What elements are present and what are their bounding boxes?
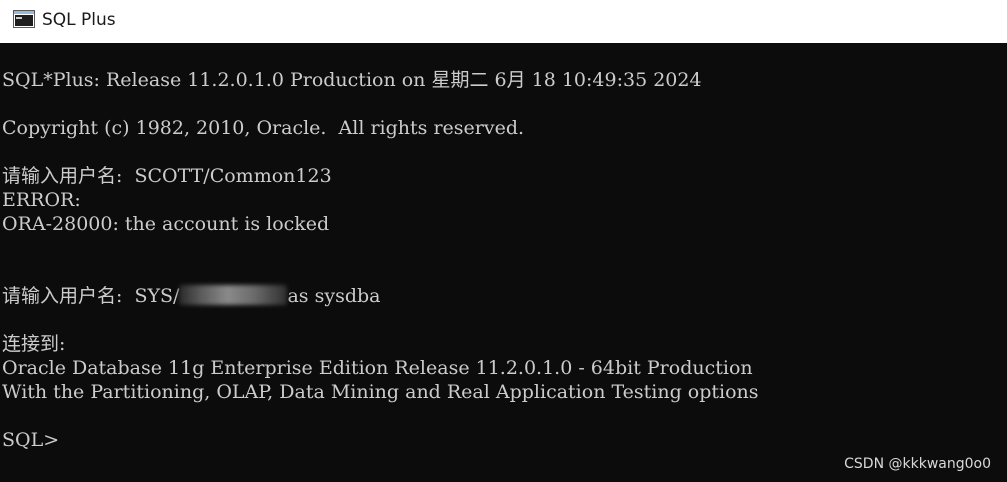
- console-line-banner: SQL*Plus: Release 11.2.0.1.0 Production …: [2, 69, 702, 91]
- console-line-copyright: Copyright (c) 1982, 2010, Oracle. All ri…: [2, 117, 525, 139]
- title-bar[interactable]: SQL Plus: [0, 0, 1007, 43]
- window-title: SQL Plus: [42, 10, 116, 30]
- console-line-ora-error: ORA-28000: the account is locked: [2, 213, 330, 235]
- console-app-icon: [13, 10, 35, 28]
- sqlplus-window: SQL Plus SQL*Plus: Release 11.2.0.1.0 Pr…: [0, 0, 1007, 482]
- console-line-username-prompt: 请输入用户名: SCOTT/Common123: [2, 165, 332, 187]
- login-suffix-text: as sysdba: [287, 285, 381, 307]
- sql-prompt[interactable]: SQL>: [2, 428, 59, 452]
- watermark: CSDN @kkkwang0o0: [844, 456, 991, 472]
- console-line-connected: 连接到:: [2, 333, 66, 355]
- console-line-options: With the Partitioning, OLAP, Data Mining…: [2, 381, 759, 403]
- console-line-error: ERROR:: [2, 189, 81, 211]
- redacted-password: [179, 285, 288, 305]
- console-output[interactable]: SQL*Plus: Release 11.2.0.1.0 Production …: [0, 43, 1007, 482]
- console-line-db-version: Oracle Database 11g Enterprise Edition R…: [2, 357, 753, 379]
- console-line-sys-login: 请输入用户名: SYS/as sysdba: [2, 284, 380, 308]
- login-prompt-text: 请输入用户名: SYS/: [2, 285, 180, 307]
